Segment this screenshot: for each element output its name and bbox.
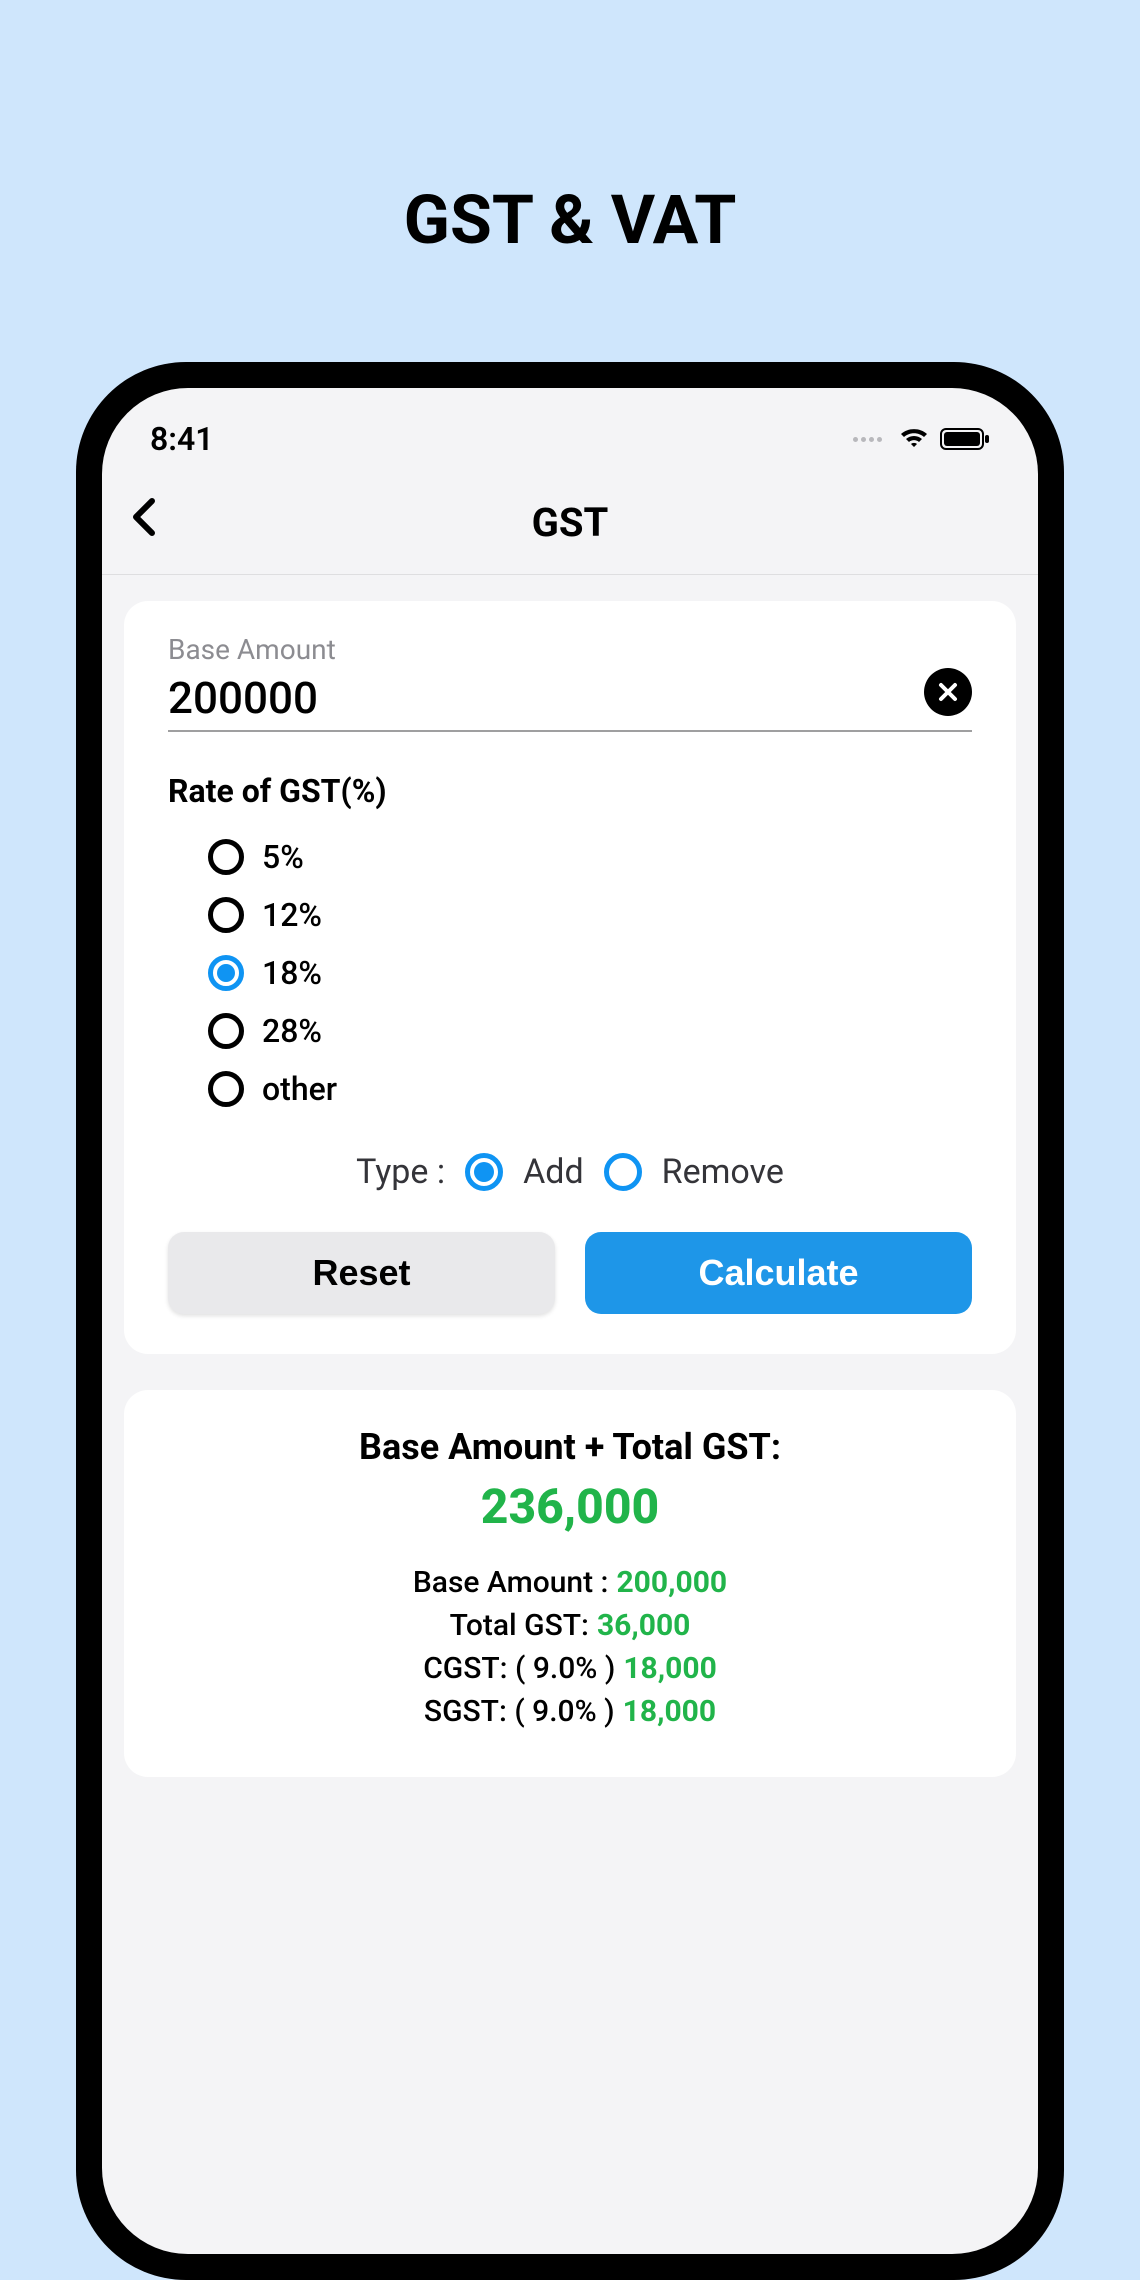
- content-area: Base Amount 200000 Rate of GST(%) 5%: [102, 575, 1038, 1803]
- rate-option-5[interactable]: 5%: [208, 838, 972, 876]
- rate-option-12[interactable]: 12%: [208, 896, 972, 934]
- base-amount-label: Base Amount: [168, 633, 924, 666]
- page-title: GST: [130, 499, 1010, 546]
- result-label: CGST: ( 9.0% ): [423, 1651, 615, 1686]
- battery-icon: [940, 427, 990, 451]
- result-value: 18,000: [623, 1694, 716, 1729]
- calculate-button[interactable]: Calculate: [585, 1232, 972, 1314]
- result-value: 36,000: [597, 1608, 690, 1643]
- type-label: Type :: [356, 1152, 445, 1192]
- wifi-icon: [898, 427, 930, 451]
- button-row: Reset Calculate: [168, 1232, 972, 1314]
- result-row-total-gst: Total GST: 36,000: [168, 1608, 972, 1643]
- status-time: 8:41: [150, 420, 214, 458]
- radio-icon: [208, 897, 244, 933]
- radio-icon: [208, 839, 244, 875]
- result-label: SGST: ( 9.0% ): [424, 1694, 615, 1729]
- result-card: Base Amount + Total GST: 236,000 Base Am…: [124, 1390, 1016, 1777]
- result-label: Base Amount :: [413, 1565, 609, 1600]
- radio-icon: [208, 1013, 244, 1049]
- result-label: Total GST:: [450, 1608, 589, 1643]
- rate-option-18[interactable]: 18%: [208, 954, 972, 992]
- result-main-value: 236,000: [168, 1478, 972, 1535]
- result-title: Base Amount + Total GST:: [168, 1426, 972, 1468]
- input-card: Base Amount 200000 Rate of GST(%) 5%: [124, 601, 1016, 1354]
- phone-screen: 8:41 GST: [102, 388, 1038, 2254]
- result-row-base: Base Amount : 200,000: [168, 1565, 972, 1600]
- rate-section-title: Rate of GST(%): [168, 772, 972, 810]
- status-indicators: [853, 427, 990, 451]
- rate-option-label: 28%: [262, 1012, 322, 1050]
- type-add-label: Add: [523, 1152, 584, 1192]
- radio-icon: [208, 955, 244, 991]
- base-amount-value: 200000: [168, 672, 924, 724]
- cellular-icon: [853, 437, 882, 442]
- nav-bar: GST: [102, 474, 1038, 575]
- rate-option-other[interactable]: other: [208, 1070, 972, 1108]
- result-row-cgst: CGST: ( 9.0% ) 18,000: [168, 1651, 972, 1686]
- rate-radio-group: 5% 12% 18% 28%: [168, 838, 972, 1108]
- rate-option-28[interactable]: 28%: [208, 1012, 972, 1050]
- radio-selected-icon: [474, 1162, 494, 1182]
- status-bar: 8:41: [102, 388, 1038, 474]
- base-amount-input-row: Base Amount 200000: [168, 633, 972, 732]
- result-row-sgst: SGST: ( 9.0% ) 18,000: [168, 1694, 972, 1729]
- clear-input-button[interactable]: [924, 668, 972, 716]
- type-option-add[interactable]: [465, 1153, 503, 1191]
- rate-option-label: 5%: [262, 838, 304, 876]
- result-value: 18,000: [623, 1651, 716, 1686]
- promo-title: GST & VAT: [0, 180, 1140, 260]
- result-value: 200,000: [616, 1565, 727, 1600]
- type-remove-label: Remove: [662, 1152, 784, 1192]
- phone-frame: 8:41 GST: [76, 362, 1064, 2280]
- rate-option-label: 18%: [262, 954, 322, 992]
- type-row: Type : Add Remove: [168, 1152, 972, 1192]
- close-icon: [936, 680, 960, 704]
- type-option-remove[interactable]: [604, 1153, 642, 1191]
- radio-icon: [208, 1071, 244, 1107]
- rate-option-label: 12%: [262, 896, 322, 934]
- rate-option-label: other: [262, 1070, 337, 1108]
- base-amount-input[interactable]: Base Amount 200000: [168, 633, 924, 724]
- reset-button[interactable]: Reset: [168, 1232, 555, 1314]
